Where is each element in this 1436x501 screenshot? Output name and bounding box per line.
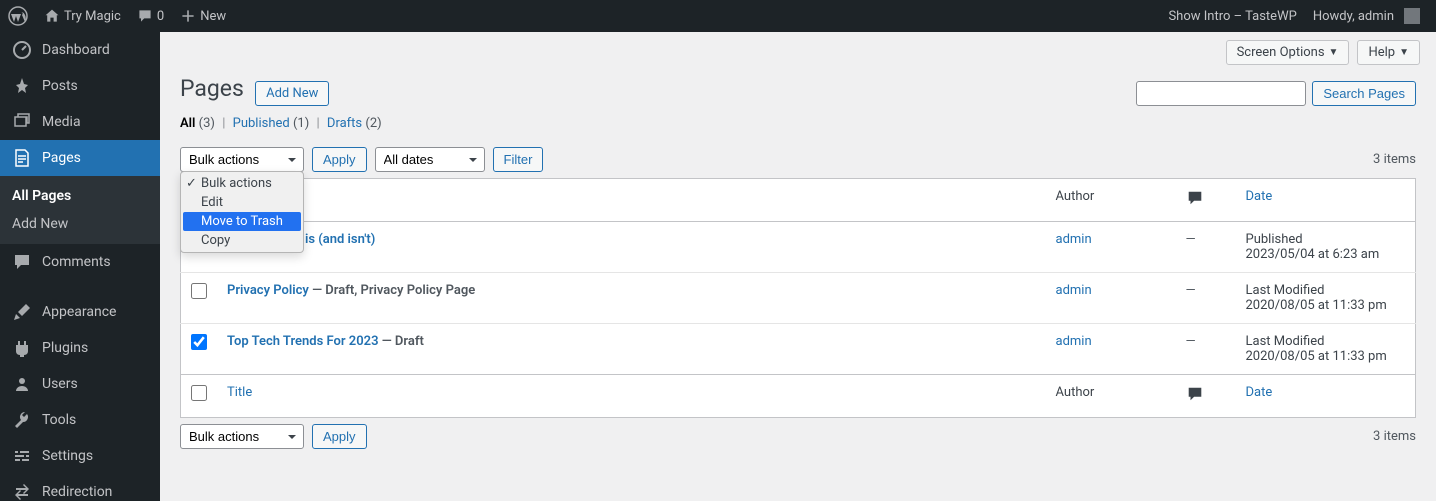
row-checkbox[interactable]: [191, 334, 207, 350]
row-title-link[interactable]: Top Tech Trends For 2023: [227, 334, 379, 349]
row-comments: —: [1186, 232, 1196, 247]
plugin-icon: [12, 338, 32, 358]
items-count-top: 3 items: [1373, 152, 1416, 167]
col-date-footer[interactable]: Date: [1246, 385, 1273, 400]
filter-published[interactable]: Published: [233, 116, 290, 131]
howdy-link[interactable]: Howdy, admin: [1305, 0, 1428, 32]
settings-icon: [12, 446, 32, 466]
wp-logo[interactable]: [0, 0, 36, 32]
page-title: Pages: [180, 75, 244, 102]
sidebar-item-redirection[interactable]: Redirection: [0, 474, 160, 501]
row-date-status: Last Modified: [1246, 283, 1325, 298]
search-button[interactable]: Search Pages: [1312, 81, 1416, 106]
comment-icon: [12, 252, 32, 272]
tablenav-bottom: Bulk actions Apply 3 items: [180, 418, 1416, 455]
bulk-actions-select[interactable]: Bulk actions: [180, 147, 304, 172]
brush-icon: [12, 302, 32, 322]
pin-icon: [12, 76, 32, 96]
row-date-value: 2020/08/05 at 11:33 pm: [1246, 298, 1387, 313]
sidebar-item-posts[interactable]: Posts: [0, 68, 160, 104]
col-author-footer: Author: [1056, 385, 1095, 400]
pages-icon: [12, 148, 32, 168]
bulk-opt-move-to-trash[interactable]: Move to Trash: [183, 212, 301, 231]
select-all-bottom[interactable]: [191, 385, 207, 401]
home-link[interactable]: Try Magic: [36, 0, 129, 32]
search-input[interactable]: [1136, 81, 1306, 106]
comment-count: 0: [157, 9, 164, 24]
row-date-value: 2023/05/04 at 6:23 am: [1246, 247, 1380, 262]
apply-button-bottom[interactable]: Apply: [312, 424, 367, 449]
row-comments: —: [1186, 334, 1196, 349]
help-button[interactable]: Help ▼: [1357, 40, 1420, 65]
sidebar-item-dashboard[interactable]: Dashboard: [0, 32, 160, 68]
bulk-opt-copy[interactable]: Copy: [181, 231, 303, 250]
filter-all[interactable]: All: [180, 116, 195, 131]
sidebar-item-pages[interactable]: Pages: [0, 140, 160, 176]
pages-table: Title Author Date AI for what it is (and…: [180, 178, 1416, 418]
col-author-header: Author: [1056, 189, 1095, 204]
bulk-opt-bulk-actions[interactable]: Bulk actions: [181, 174, 303, 193]
row-author-link[interactable]: admin: [1056, 283, 1092, 298]
sidebar-item-comments[interactable]: Comments: [0, 244, 160, 280]
sidebar-item-media[interactable]: Media: [0, 104, 160, 140]
chevron-down-icon: ▼: [1399, 47, 1409, 58]
chevron-down-icon: ▼: [1329, 47, 1339, 58]
tablenav-top: Bulk actions Bulk actions Edit Move to T…: [180, 141, 1416, 178]
row-author-link[interactable]: admin: [1056, 232, 1092, 247]
users-icon: [12, 374, 32, 394]
try-magic-label: Try Magic: [64, 9, 121, 24]
add-new-button[interactable]: Add New: [255, 81, 329, 106]
avatar: [1404, 8, 1420, 24]
tools-icon: [12, 410, 32, 430]
date-filter-select[interactable]: All dates: [375, 147, 485, 172]
row-date-status: Last Modified: [1246, 334, 1325, 349]
submenu-add-new[interactable]: Add New: [0, 210, 160, 238]
sidebar-item-plugins[interactable]: Plugins: [0, 330, 160, 366]
row-date-value: 2020/08/05 at 11:33 pm: [1246, 349, 1387, 364]
row-author-link[interactable]: admin: [1056, 334, 1092, 349]
table-row: Top Tech Trends For 2023 — Draft admin — La…: [181, 324, 1416, 375]
media-icon: [12, 112, 32, 132]
items-count-bottom: 3 items: [1373, 429, 1416, 444]
comments-link[interactable]: 0: [129, 0, 172, 32]
dashboard-icon: [12, 40, 32, 60]
filter-drafts[interactable]: Drafts: [327, 116, 362, 131]
row-state: — Draft: [379, 334, 424, 349]
table-row: AI for what it is (and isn't)admin—Publi…: [181, 222, 1416, 273]
bulk-opt-edit[interactable]: Edit: [181, 193, 303, 212]
table-row: Privacy Policy — Draft, Privacy Policy P…: [181, 273, 1416, 324]
bulk-actions-select-bottom[interactable]: Bulk actions: [180, 424, 304, 449]
row-title-link[interactable]: Privacy Policy: [227, 283, 309, 298]
sidebar-item-settings[interactable]: Settings: [0, 438, 160, 474]
adminbar: Try Magic 0 New Show Intro – TasteWP How…: [0, 0, 1436, 32]
redirection-icon: [12, 482, 32, 501]
content: Screen Options ▼ Help ▼ Pages Add New Se…: [160, 0, 1436, 455]
row-state: — Draft, Privacy Policy Page: [309, 283, 475, 298]
pages-submenu: All Pages Add New: [0, 176, 160, 244]
sidebar-item-users[interactable]: Users: [0, 366, 160, 402]
screen-options-button[interactable]: Screen Options ▼: [1226, 40, 1350, 65]
status-filters: All (3) | Published (1) | Drafts (2): [180, 116, 1416, 131]
comments-icon: [1186, 385, 1204, 403]
new-link[interactable]: New: [172, 0, 234, 32]
new-label: New: [200, 9, 226, 24]
bulk-actions-dropdown: Bulk actions Edit Move to Trash Copy: [180, 171, 304, 253]
admin-sidebar: Dashboard Posts Media Pages All Pages Ad…: [0, 32, 160, 501]
show-intro-link[interactable]: Show Intro – TasteWP: [1160, 0, 1304, 32]
col-title-footer[interactable]: Title: [227, 385, 252, 400]
comments-icon: [1186, 189, 1204, 207]
filter-button[interactable]: Filter: [493, 147, 544, 172]
row-date-status: Published: [1246, 232, 1303, 247]
row-comments: —: [1186, 283, 1196, 298]
sidebar-item-tools[interactable]: Tools: [0, 402, 160, 438]
row-checkbox[interactable]: [191, 283, 207, 299]
submenu-all-pages[interactable]: All Pages: [0, 182, 160, 210]
apply-button-top[interactable]: Apply: [312, 147, 367, 172]
col-date-header[interactable]: Date: [1246, 189, 1273, 204]
sidebar-item-appearance[interactable]: Appearance: [0, 294, 160, 330]
